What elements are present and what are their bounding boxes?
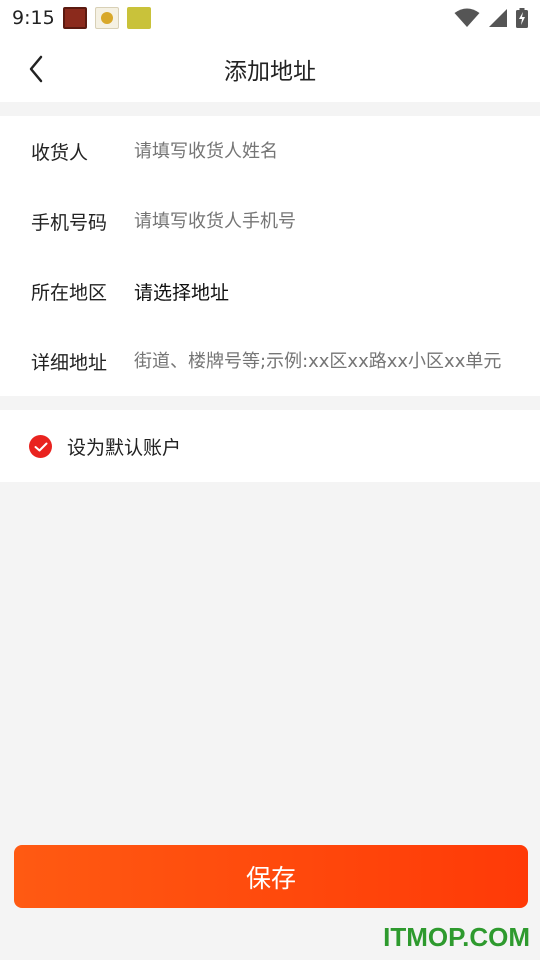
status-time: 9:15 (12, 7, 55, 29)
recipient-row[interactable]: 收货人 (0, 116, 540, 186)
default-address-option[interactable]: 设为默认账户 (0, 410, 540, 482)
detail-address-input[interactable] (134, 350, 514, 372)
phone-input[interactable] (134, 210, 514, 232)
region-selector[interactable]: 请选择地址 (134, 278, 514, 305)
region-row[interactable]: 所在地区 请选择地址 (0, 256, 540, 326)
battery-charging-icon (516, 8, 528, 28)
detail-address-row[interactable]: 详细地址 (0, 326, 540, 396)
recipient-name-input[interactable] (134, 140, 514, 162)
app-notification-icon (62, 7, 87, 29)
default-address-label: 设为默认账户 (67, 437, 182, 459)
page-title: 添加地址 (224, 59, 316, 85)
chevron-left-icon (29, 55, 43, 83)
phone-label: 手机号码 (31, 211, 108, 234)
app-notification-icon (94, 7, 119, 29)
save-button[interactable]: 保存 (14, 845, 528, 908)
app-notification-icon (126, 7, 151, 29)
recipient-label: 收货人 (31, 141, 89, 164)
top-nav-bar: 添加地址 (0, 36, 540, 102)
detail-address-label: 详细地址 (31, 351, 108, 374)
status-bar: 9:15 (0, 0, 540, 36)
watermark: ITMOP.COM (383, 922, 530, 952)
region-label: 所在地区 (31, 281, 108, 304)
wifi-icon (454, 8, 480, 27)
signal-icon (489, 9, 507, 27)
back-button[interactable] (22, 54, 50, 84)
address-form: 收货人 手机号码 所在地区 请选择地址 详细地址 (0, 116, 540, 396)
phone-row[interactable]: 手机号码 (0, 186, 540, 256)
checkbox-checked-icon[interactable] (29, 435, 52, 458)
